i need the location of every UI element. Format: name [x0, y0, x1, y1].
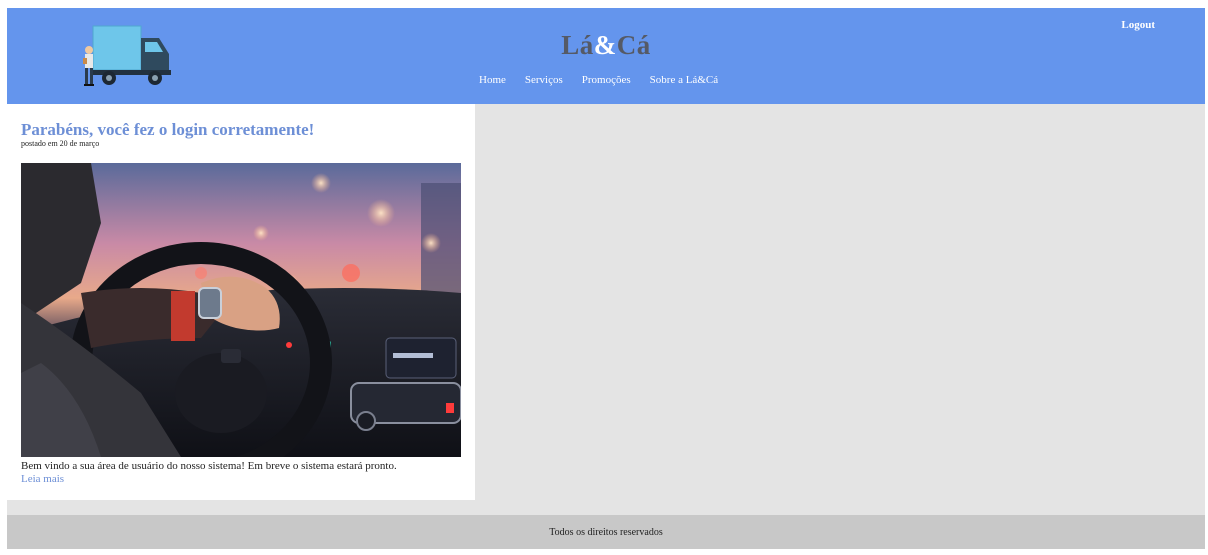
logout-link[interactable]: Logout [1121, 19, 1155, 31]
site-title-part1: Lá [561, 30, 594, 60]
footer-text: Todos os direitos reservados [549, 526, 663, 538]
main-content: Parabéns, você fez o login corretamente!… [7, 104, 1205, 515]
delivery-truck-icon[interactable] [77, 22, 181, 92]
post-image-driver [21, 163, 461, 457]
post-card: Parabéns, você fez o login corretamente!… [7, 104, 475, 500]
nav-servicos[interactable]: Serviços [525, 74, 563, 86]
main-nav: Home Serviços Promoções Sobre a Lá&Cá [479, 74, 737, 86]
site-title: Lá&Cá [504, 30, 708, 61]
nav-promocoes[interactable]: Promoções [582, 74, 631, 86]
post-body-text: Bem vindo a sua área de usuário do nosso… [21, 460, 397, 472]
read-more-link[interactable]: Leia mais [21, 473, 64, 485]
nav-home[interactable]: Home [479, 74, 506, 86]
site-title-ampersand: & [593, 30, 617, 60]
site-header: Lá&Cá Home Serviços Promoções Sobre a Lá… [7, 8, 1205, 104]
site-footer: Todos os direitos reservados [7, 515, 1205, 549]
post-title[interactable]: Parabéns, você fez o login corretamente! [21, 120, 314, 140]
post-date: postado em 20 de março [21, 139, 100, 148]
nav-sobre[interactable]: Sobre a Lá&Cá [650, 74, 718, 86]
site-title-part2: Cá [616, 30, 651, 60]
